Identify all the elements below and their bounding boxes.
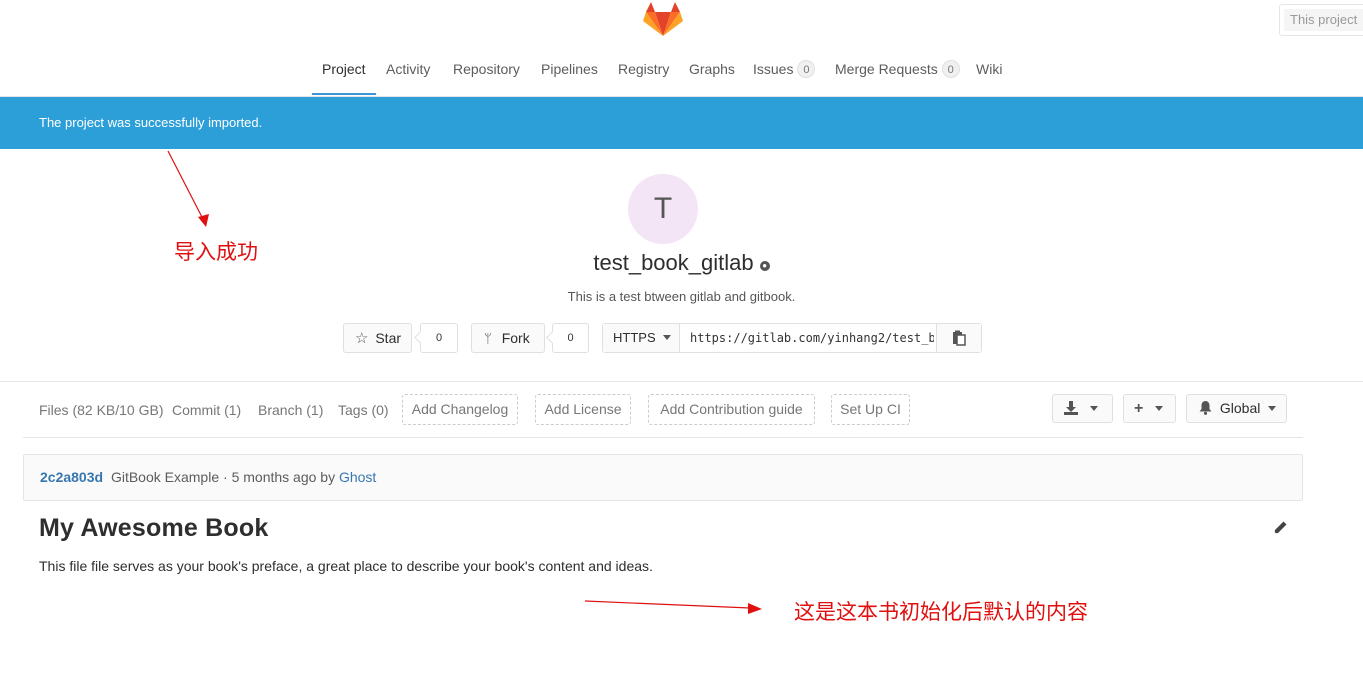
readme-title: My Awesome Book [39,514,269,542]
clone-protocol-label: HTTPS [613,330,656,345]
setup-ci-button[interactable]: Set Up CI [831,394,910,425]
files-stat-link[interactable]: Files (82 KB/10 GB) [39,402,164,418]
annotation-default-content: 这是这本书初始化后默认的内容 [794,600,1088,624]
divider [0,381,1363,382]
notification-dropdown[interactable]: Global [1186,394,1287,423]
fork-button[interactable]: ᛘ Fork [471,323,545,353]
tab-activity[interactable]: Activity [386,44,430,95]
annotation-import-success: 导入成功 [174,240,258,264]
add-new-dropdown[interactable]: + [1123,394,1176,423]
clone-url-group: HTTPS [602,323,982,353]
bell-icon [1199,401,1212,415]
notification-level: Global [1219,400,1261,416]
project-description: This is a test btween gitlab and gitbook… [567,289,796,304]
clipboard-icon [953,330,966,346]
merge-requests-count-badge: 0 [941,60,960,78]
tab-merge-requests[interactable]: Merge Requests 0 [835,44,960,95]
tab-pipelines[interactable]: Pipelines [541,44,598,95]
commits-stat-link[interactable]: Commit (1) [172,402,241,418]
gitlab-logo-icon[interactable] [643,2,683,38]
annotation-arrow [584,600,762,614]
star-label: Star [375,330,402,346]
pencil-icon[interactable] [1272,520,1288,536]
clone-protocol-dropdown[interactable]: HTTPS [603,324,680,352]
branches-stat-link[interactable]: Branch (1) [258,402,323,418]
commit-message: GitBook Example [110,469,220,485]
commit-meta: · 5 months ago by [219,469,339,485]
tab-registry[interactable]: Registry [618,44,669,95]
add-contribution-guide-button[interactable]: Add Contribution guide [648,394,815,425]
project-name: test_book_gitlab [593,250,754,275]
tab-merge-requests-label: Merge Requests [835,61,938,77]
plus-icon: + [1134,400,1144,417]
fork-count[interactable]: 0 [552,323,589,353]
copy-url-button[interactable] [936,324,981,352]
commit-author-link[interactable]: Ghost [339,469,376,485]
tab-project[interactable]: Project [312,44,376,95]
add-license-button[interactable]: Add License [535,394,631,425]
tab-wiki[interactable]: Wiki [976,44,1002,95]
last-commit-bar: 2c2a803d GitBook Example · 5 months ago … [23,454,1303,501]
issues-count-badge: 0 [797,60,816,78]
tab-repository[interactable]: Repository [453,44,520,95]
chevron-down-icon [663,335,672,340]
project-nav: Project Activity Repository Pipelines Re… [0,44,1363,97]
add-changelog-button[interactable]: Add Changelog [402,394,518,425]
commit-sha-link[interactable]: 2c2a803d [40,469,103,485]
fork-label: Fork [501,330,530,346]
annotation-arrow [167,150,209,227]
search-box[interactable]: This project [1279,4,1363,36]
divider [23,437,1303,438]
project-avatar: T [628,174,698,244]
tab-graphs[interactable]: Graphs [689,44,735,95]
chevron-down-icon [1268,406,1277,411]
search-input[interactable]: This project [1284,9,1363,31]
tags-stat-link[interactable]: Tags (0) [338,402,389,418]
readme-body: This file file serves as your book's pre… [39,558,653,574]
project-title: test_book_gitlab ● [500,250,863,276]
chevron-down-icon [1155,406,1164,411]
download-icon [1064,401,1078,415]
chevron-down-icon [1089,406,1098,411]
star-icon: ☆ [355,330,369,347]
public-globe-icon: ● [759,261,770,271]
tab-issues[interactable]: Issues 0 [753,44,816,95]
fork-icon: ᛘ [484,331,492,346]
clone-url-input[interactable] [681,324,936,352]
download-dropdown[interactable] [1052,394,1113,423]
flash-message: The project was successfully imported. [39,115,263,130]
flash-notice: The project was successfully imported. [0,97,1363,149]
star-count[interactable]: 0 [420,323,458,353]
tab-issues-label: Issues [753,61,794,77]
star-button[interactable]: ☆ Star [343,323,412,353]
